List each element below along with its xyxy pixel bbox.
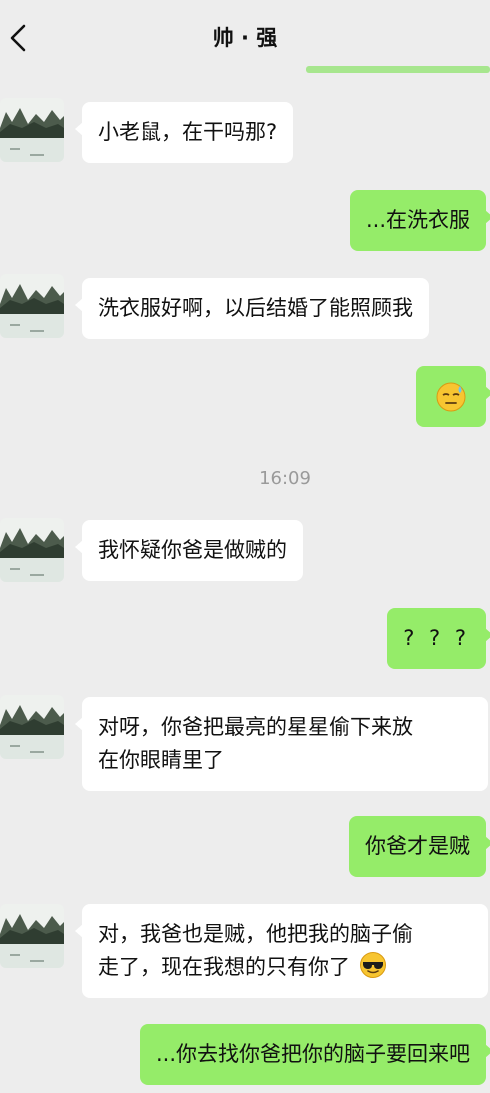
message-text-line: 在你眼睛里了 xyxy=(98,748,224,772)
message-text: 洗衣服好啊，以后结婚了能照顾我 xyxy=(98,296,413,320)
relieved-sweat-face-icon xyxy=(436,382,466,411)
message-text-line: 走了，现在我想的只有你了 xyxy=(98,955,350,979)
chat-timestamp: 16:09 xyxy=(259,468,311,489)
message-bubble-incoming[interactable]: 对呀，你爸把最亮的星星偷下来放 在你眼睛里了 xyxy=(75,697,488,791)
chat-title: 帅 · 强 xyxy=(212,26,278,50)
message-text: 我怀疑你爸是做贼的 xyxy=(98,538,287,562)
message-text-line: 对呀，你爸把最亮的星星偷下来放 xyxy=(98,715,413,739)
contact-avatar[interactable] xyxy=(0,274,64,338)
message-text: ...你去找你爸把你的脑子要回来吧 xyxy=(155,1042,470,1066)
message-text: ...在洗衣服 xyxy=(365,208,470,232)
message-bubble-outgoing[interactable] xyxy=(416,366,490,427)
contact-avatar[interactable] xyxy=(0,695,64,759)
message-text: 小老鼠，在干吗那? xyxy=(98,120,278,144)
chat-header: 帅 · 强 xyxy=(0,0,490,73)
contact-avatar[interactable] xyxy=(0,518,64,582)
message-text: ? ? ? xyxy=(403,626,470,650)
message-bubble-incoming[interactable]: 洗衣服好啊，以后结婚了能照顾我 xyxy=(75,278,429,339)
message-bubble-outgoing[interactable]: 你爸才是贼 xyxy=(349,816,490,877)
message-bubble-outgoing[interactable]: ...你去找你爸把你的脑子要回来吧 xyxy=(139,1024,490,1085)
cool-sunglasses-face-icon xyxy=(359,952,386,978)
message-bubble-incoming[interactable]: 小老鼠，在干吗那? xyxy=(74,102,294,163)
message-text-line: 对，我爸也是贼，他把我的脑子偷 xyxy=(98,922,413,946)
message-bubble-outgoing[interactable]: ? ? ? xyxy=(387,608,490,669)
message-bubble-incoming[interactable]: 对，我爸也是贼，他把我的脑子偷 走了，现在我想的只有你了 xyxy=(75,904,488,998)
message-text: 你爸才是贼 xyxy=(365,834,470,858)
message-bubble-outgoing[interactable]: ...在洗衣服 xyxy=(349,190,490,251)
message-bubble-incoming[interactable]: 我怀疑你爸是做贼的 xyxy=(75,520,303,581)
header-accent-bar xyxy=(306,66,490,73)
contact-avatar[interactable] xyxy=(0,904,64,968)
contact-avatar[interactable] xyxy=(0,98,64,162)
